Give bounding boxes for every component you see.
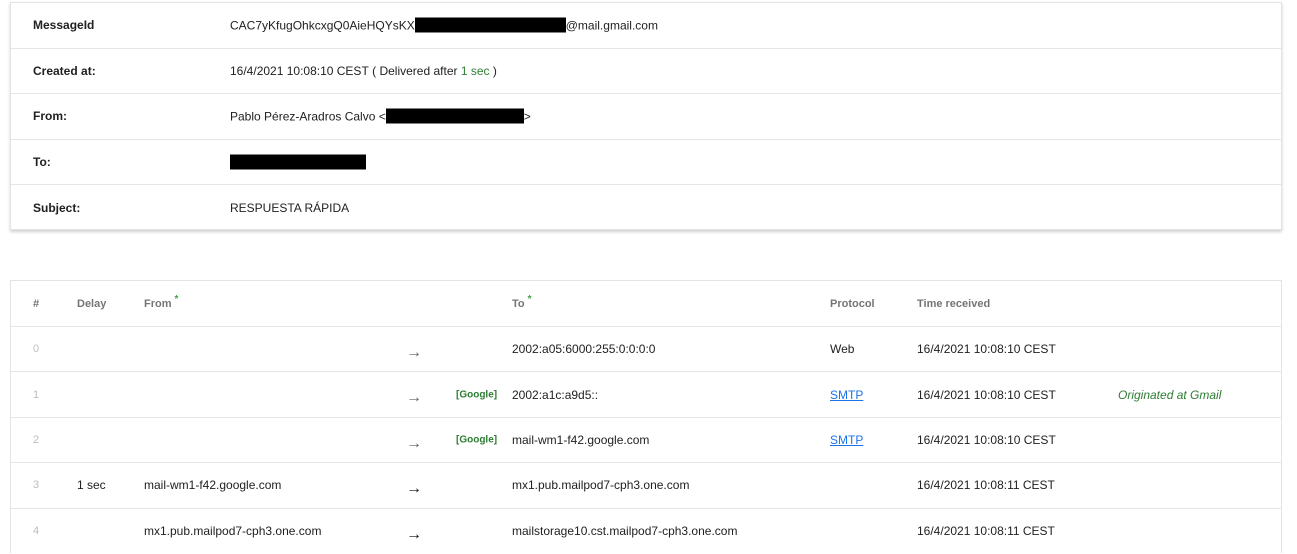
hop-to: 2002:a05:6000:255:0:0:0:0 <box>512 342 656 357</box>
hop-delay: 1 sec <box>77 478 106 493</box>
table-row: 0 → 2002:a05:6000:255:0:0:0:0 Web 16/4/2… <box>11 327 1281 373</box>
hop-protocol: Web <box>830 342 855 357</box>
created-at-row: Created at: 16/4/2021 10:08:10 CEST ( De… <box>11 49 1281 95</box>
from-row: From: Pablo Pérez-Aradros Calvo < > <box>11 94 1281 140</box>
hop-time: 16/4/2021 10:08:11 CEST <box>917 478 1055 493</box>
table-row: 1 → [Google] 2002:a1c:a9d5:: SMTP 16/4/2… <box>11 372 1281 418</box>
origin-note: Originated at Gmail <box>1118 387 1222 402</box>
hop-number: 2 <box>33 433 40 446</box>
col-from-header[interactable]: From * <box>144 294 178 310</box>
hop-number: 1 <box>33 388 40 401</box>
right-arrow-icon: → <box>406 343 422 361</box>
right-arrow-icon: → <box>406 525 422 543</box>
protocol-link[interactable]: SMTP <box>830 433 863 447</box>
to-row: To: <box>11 140 1281 186</box>
delivered-prefix: ( Delivered after <box>372 63 458 78</box>
message-id-redaction <box>414 17 566 33</box>
google-tag: [Google] <box>456 434 498 446</box>
to-value <box>230 154 366 170</box>
delivered-suffix: ) <box>492 63 497 78</box>
hop-time: 16/4/2021 10:08:10 CEST <box>917 387 1056 402</box>
right-arrow-icon: → <box>406 479 422 497</box>
created-at-timestamp: 16/4/2021 10:08:10 CEST <box>230 63 369 78</box>
message-id-row: MessageId CAC7yKfugOhkcxgQ0AieHQYsKX @mai… <box>11 3 1281 49</box>
from-value[interactable]: Pablo Pérez-Aradros Calvo < > <box>230 108 531 124</box>
from-suffix: > <box>523 109 531 124</box>
from-name: Pablo Pérez-Aradros Calvo < <box>230 109 386 124</box>
hop-to: mailstorage10.cst.mailpod7-cph3.one.com <box>512 524 738 539</box>
hop-from: mx1.pub.mailpod7-cph3.one.com <box>144 524 322 539</box>
from-star-marker: * <box>174 293 179 305</box>
hop-from: mail-wm1-f42.google.com <box>144 478 282 493</box>
subject-label: Subject: <box>33 201 81 216</box>
hop-number: 4 <box>33 525 40 538</box>
hop-to: mail-wm1-f42.google.com <box>512 432 650 447</box>
from-label: From: <box>33 109 67 124</box>
col-time-header: Time received <box>917 297 991 310</box>
hop-number: 3 <box>33 479 40 492</box>
table-header: # Delay From * To * Protocol Time received <box>11 281 1281 327</box>
protocol-link[interactable]: SMTP <box>830 388 863 402</box>
subject-row: Subject: RESPUESTA RÁPIDA <box>11 185 1281 231</box>
hop-time: 16/4/2021 10:08:10 CEST <box>917 342 1056 357</box>
table-row: 4 mx1.pub.mailpod7-cph3.one.com → mailst… <box>11 509 1281 554</box>
hop-to: 2002:a1c:a9d5:: <box>512 387 599 402</box>
hop-number: 0 <box>33 343 40 356</box>
col-protocol-header: Protocol <box>830 297 875 310</box>
table-row: 2 → [Google] mail-wm1-f42.google.com SMT… <box>11 418 1281 464</box>
created-at-value: 16/4/2021 10:08:10 CEST ( Delivered afte… <box>230 64 497 78</box>
message-id-value[interactable]: CAC7yKfugOhkcxgQ0AieHQYsKX @mail.gmail.co… <box>230 17 658 33</box>
hop-time: 16/4/2021 10:08:11 CEST <box>917 524 1055 539</box>
col-to-header[interactable]: To * <box>512 294 532 310</box>
to-star-marker: * <box>527 293 532 305</box>
message-header-card: MessageId CAC7yKfugOhkcxgQ0AieHQYsKX @mai… <box>10 2 1282 230</box>
hop-to: mx1.pub.mailpod7-cph3.one.com <box>512 478 690 493</box>
message-id-prefix: CAC7yKfugOhkcxgQ0AieHQYsKX <box>230 18 415 33</box>
right-arrow-icon: → <box>406 434 422 452</box>
message-id-label: MessageId <box>33 18 95 33</box>
from-redaction <box>385 108 524 124</box>
hop-time: 16/4/2021 10:08:10 CEST <box>917 432 1056 447</box>
to-redaction <box>230 154 366 170</box>
google-tag: [Google] <box>456 389 498 401</box>
table-row: 3 1 sec mail-wm1-f42.google.com → mx1.pu… <box>11 463 1281 509</box>
subject-value: RESPUESTA RÁPIDA <box>230 201 350 216</box>
message-id-suffix: @mail.gmail.com <box>565 18 658 33</box>
delivered-time: 1 sec <box>460 63 490 78</box>
created-at-label: Created at: <box>33 63 96 78</box>
delivery-hops-table: # Delay From * To * Protocol Time received… <box>10 280 1282 553</box>
to-label: To: <box>33 155 51 170</box>
right-arrow-icon: → <box>406 389 422 407</box>
col-num-header: # <box>33 297 40 310</box>
col-delay-header: Delay <box>77 297 107 310</box>
